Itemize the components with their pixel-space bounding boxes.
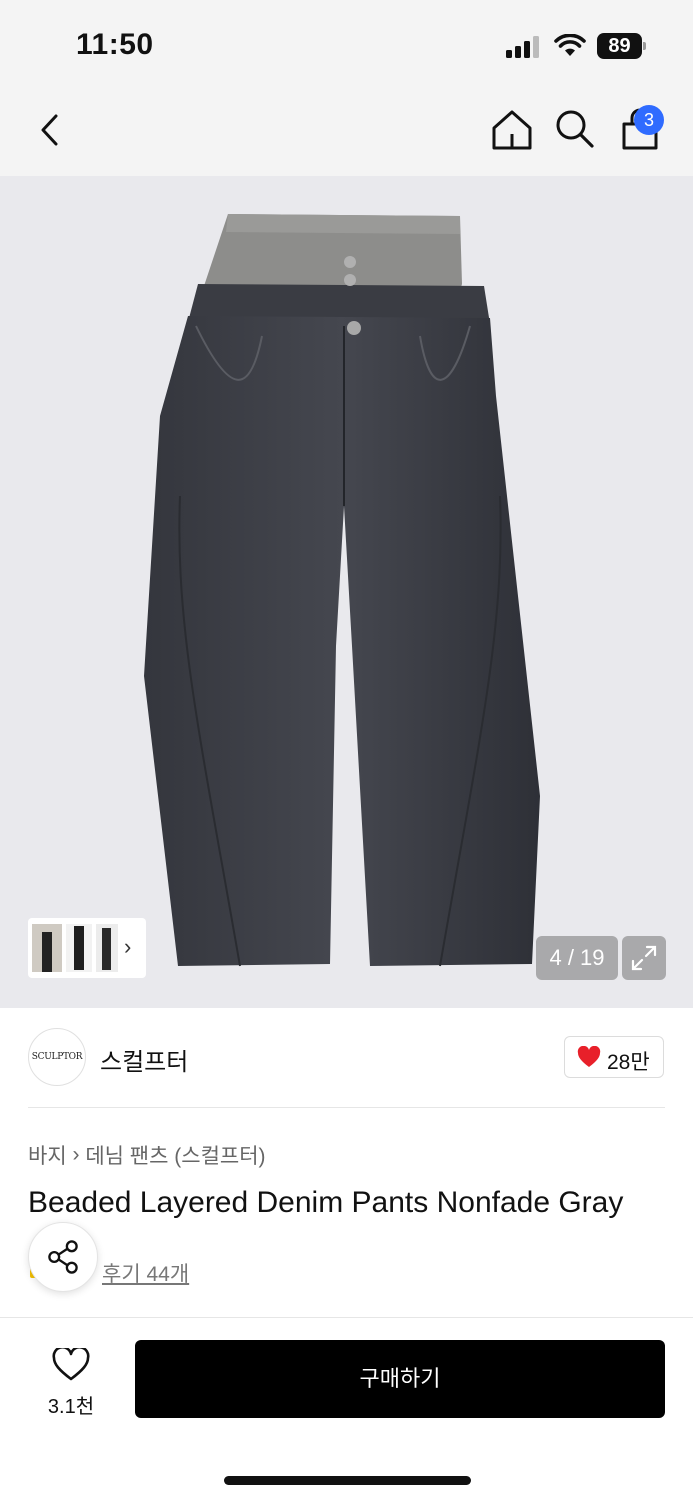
wishlist-count: 3.1천 (47, 1396, 95, 1418)
share-icon[interactable] (28, 1222, 98, 1292)
brand-logo[interactable]: SCULPTOR (28, 1028, 86, 1086)
expand-icon[interactable] (622, 936, 666, 980)
thumbnail-more-arrow[interactable]: › (124, 934, 131, 960)
search-icon[interactable] (554, 108, 596, 150)
thumbnail-image[interactable] (32, 924, 62, 972)
buy-button[interactable]: 구매하기 (135, 1340, 665, 1418)
wifi-icon (554, 34, 586, 56)
breadcrumb: 바지 › 데님 팬츠 (스컬프터) (28, 1140, 266, 1170)
home-indicator (224, 1476, 471, 1485)
status-bar: 11:50 89 (0, 0, 693, 92)
cart-count-badge: 3 (634, 105, 664, 135)
cellular-signal-icon (506, 36, 539, 58)
heart-outline-icon (52, 1348, 90, 1381)
breadcrumb-subcategory[interactable]: 데님 팬츠 (스컬프터) (85, 1145, 265, 1168)
brand-row[interactable]: SCULPTOR 스컬프터 28만 (0, 1008, 693, 1108)
top-navigation-bar (0, 92, 693, 176)
product-title: Beaded Layered Denim Pants Nonfade Gray (28, 1186, 624, 1219)
brand-like-button[interactable]: 28만 (564, 1036, 664, 1078)
breadcrumb-category[interactable]: 바지 (28, 1145, 67, 1168)
breadcrumb-separator: › (72, 1143, 80, 1166)
wishlist-button[interactable]: 3.1천 (36, 1342, 106, 1422)
divider (28, 1107, 665, 1108)
thumbnail-image[interactable] (66, 924, 92, 972)
product-image-gallery[interactable]: › 4 / 19 (0, 176, 693, 1008)
reviews-link[interactable]: 후기 44개 (102, 1258, 189, 1288)
heart-filled-icon (577, 1046, 601, 1067)
battery-level: 89 (597, 33, 642, 59)
battery-icon: 89 (597, 33, 647, 59)
bottom-action-bar: 3.1천 구매하기 (0, 1318, 693, 1500)
thumbnail-strip[interactable]: › (28, 918, 146, 978)
brand-like-count: 28만 (607, 1051, 650, 1074)
home-icon[interactable] (490, 108, 534, 152)
back-icon[interactable] (34, 110, 68, 150)
thumbnail-image[interactable] (96, 924, 118, 972)
brand-name[interactable]: 스컬프터 (100, 1042, 188, 1077)
status-time: 11:50 (76, 28, 154, 61)
image-counter: 4 / 19 (536, 936, 618, 980)
product-image (144, 214, 540, 967)
